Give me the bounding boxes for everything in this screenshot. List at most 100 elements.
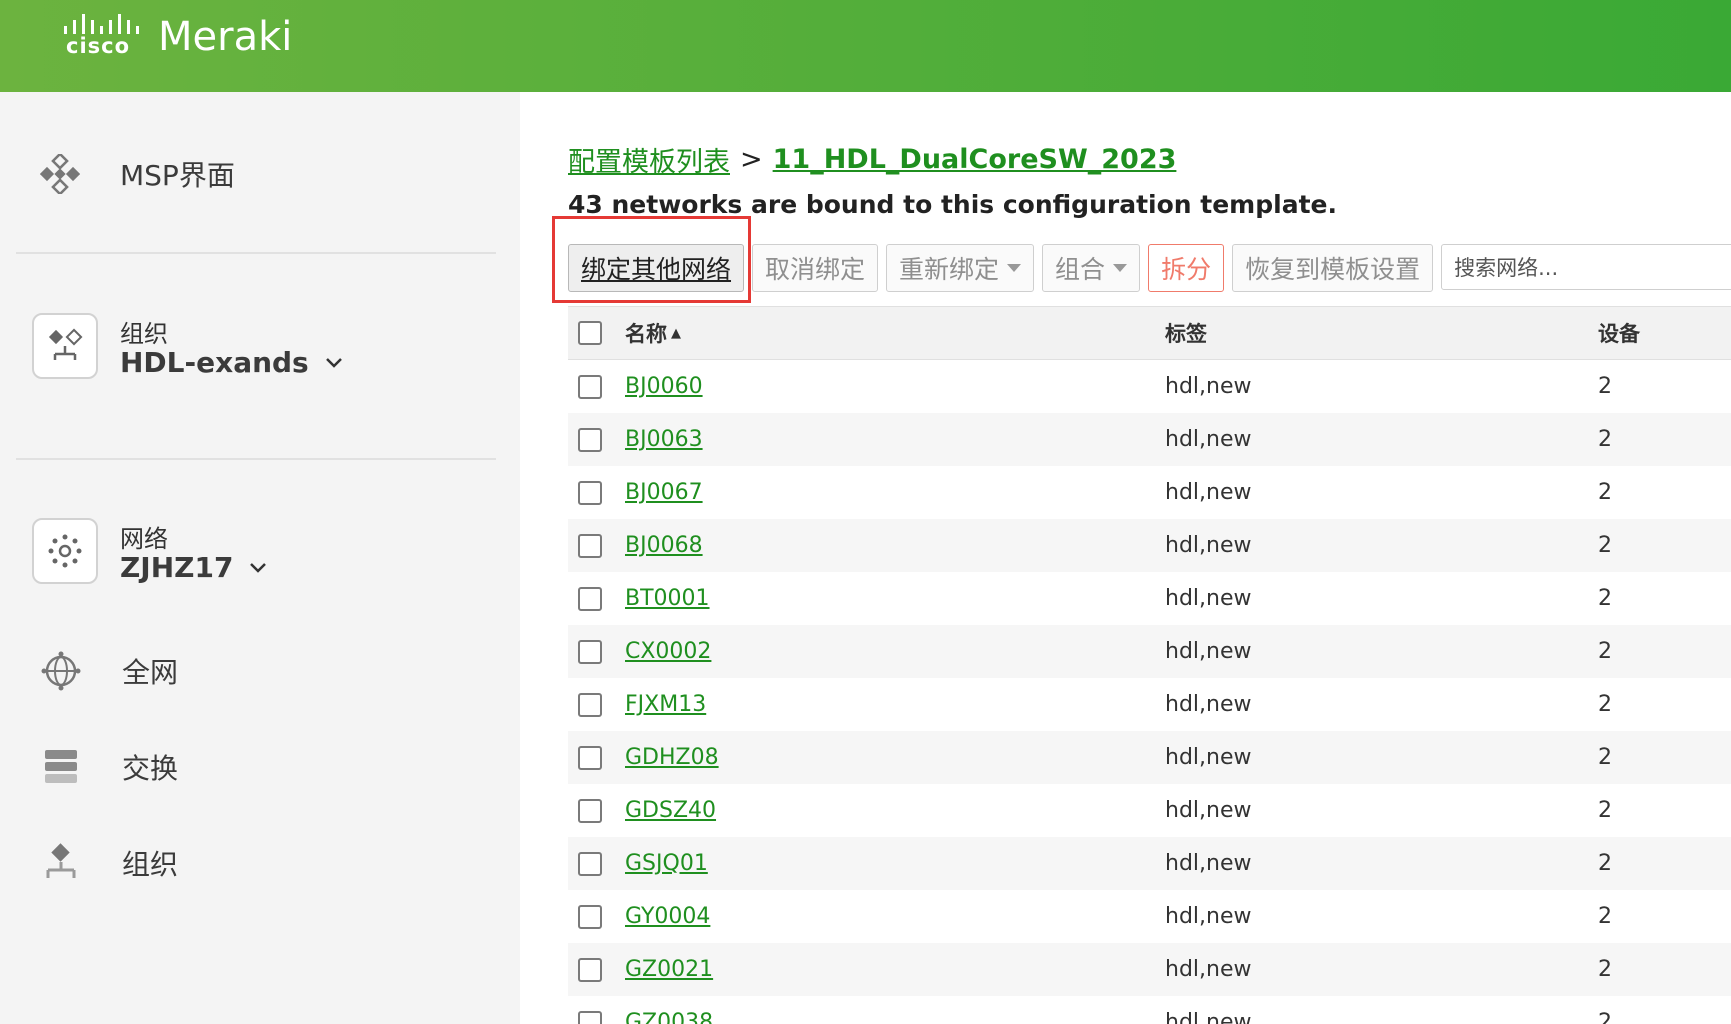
search-networks-input[interactable]: 搜索网络... [1441, 244, 1731, 290]
table-row: BJ0063 hdl,new 2 [568, 413, 1731, 466]
sidebar-item-switch[interactable]: 交换 [40, 746, 178, 788]
sidebar-item-network-wide[interactable]: 全网 [40, 650, 178, 692]
network-tags: hdl,new [1165, 904, 1252, 929]
network-name-link[interactable]: FJXM13 [625, 692, 706, 717]
network-name-link[interactable]: BJ0060 [625, 374, 703, 399]
device-count: 2 [1598, 639, 1612, 664]
org-caption: 组织 [120, 320, 168, 348]
network-tags: hdl,new [1165, 374, 1252, 399]
row-checkbox[interactable] [578, 639, 602, 664]
network-tags: hdl,new [1165, 798, 1252, 823]
org-selector[interactable]: HDL-exands [120, 346, 343, 379]
network-tags: hdl,new [1165, 427, 1252, 452]
rebind-dropdown[interactable]: 重新绑定 [886, 244, 1035, 292]
switch-icon [45, 750, 77, 783]
row-checkbox[interactable] [578, 1010, 602, 1024]
combine-dropdown[interactable]: 组合 [1042, 244, 1141, 292]
select-all-checkbox-cell [578, 307, 602, 359]
table-row: BJ0067 hdl,new 2 [568, 466, 1731, 519]
network-name-link[interactable]: BJ0067 [625, 480, 703, 505]
unbind-button[interactable]: 取消绑定 [752, 244, 879, 292]
sidebar-item-msp[interactable]: MSP界面 [40, 154, 235, 194]
sidebar-item-label: 交换 [122, 752, 179, 785]
table-row: BT0001 hdl,new 2 [568, 572, 1731, 625]
rebind-label: 重新绑定 [899, 255, 1000, 284]
row-checkbox[interactable] [578, 480, 602, 505]
device-count: 2 [1598, 480, 1612, 505]
network-tags: hdl,new [1165, 586, 1252, 611]
globe-icon [41, 651, 81, 691]
network-name-link[interactable]: GZ0038 [625, 1010, 713, 1024]
network-name-link[interactable]: GY0004 [625, 904, 710, 929]
network-tags: hdl,new [1165, 692, 1252, 717]
row-checkbox[interactable] [578, 692, 602, 717]
caret-down-icon [1113, 264, 1128, 272]
organization-icon [46, 843, 76, 878]
network-name-link[interactable]: GZ0021 [625, 957, 713, 982]
network-name-link[interactable]: GDHZ08 [625, 745, 719, 770]
network-selector[interactable]: ZJHZ17 [120, 551, 267, 584]
network-icon [32, 518, 98, 584]
network-name: ZJHZ17 [120, 551, 234, 584]
restore-template-settings-button[interactable]: 恢复到模板设置 [1232, 244, 1434, 292]
breadcrumb-template-list-link[interactable]: 配置模板列表 [568, 140, 730, 179]
product-name[interactable]: Meraki [158, 14, 292, 60]
org-name: HDL-exands [120, 346, 309, 379]
bound-networks-summary: 43 networks are bound to this configurat… [568, 190, 1337, 219]
table-row: FJXM13 hdl,new 2 [568, 678, 1731, 731]
row-checkbox[interactable] [578, 798, 602, 823]
network-name-link[interactable]: CX0002 [625, 639, 711, 664]
table-row: BJ0060 hdl,new 2 [568, 360, 1731, 413]
row-checkbox[interactable] [578, 533, 602, 558]
combine-label: 组合 [1055, 255, 1106, 284]
networks-table: 名称 ▲ 标签 设备 BJ0060 hdl,new 2 BJ0063 hdl,n… [568, 306, 1731, 1024]
red-highlight-box [552, 216, 751, 303]
network-name-link[interactable]: GSJQ01 [625, 851, 708, 876]
table-row: GDSZ40 hdl,new 2 [568, 784, 1731, 837]
network-tags: hdl,new [1165, 1010, 1252, 1024]
split-button[interactable]: 拆分 [1148, 244, 1225, 292]
network-tags: hdl,new [1165, 745, 1252, 770]
caret-down-icon [1007, 264, 1022, 272]
device-count: 2 [1598, 904, 1612, 929]
row-checkbox[interactable] [578, 427, 602, 452]
sidebar: MSP界面 组织 HDL-exands 网络 ZJHZ17 全网 交换 组织 [0, 92, 520, 1024]
top-bar: cisco Meraki [0, 0, 1731, 92]
row-checkbox[interactable] [578, 904, 602, 929]
row-checkbox[interactable] [578, 957, 602, 982]
sidebar-item-label: 全网 [122, 656, 179, 689]
table-row: GZ0021 hdl,new 2 [568, 943, 1731, 996]
select-all-checkbox[interactable] [578, 321, 602, 345]
sidebar-divider [16, 458, 496, 460]
network-tags: hdl,new [1165, 639, 1252, 664]
row-checkbox[interactable] [578, 374, 602, 399]
row-checkbox[interactable] [578, 745, 602, 770]
breadcrumb-current-template[interactable]: 11_HDL_DualCoreSW_2023 [773, 144, 1177, 175]
sort-ascending-icon: ▲ [671, 325, 681, 341]
network-name-link[interactable]: BT0001 [625, 586, 710, 611]
sidebar-item-organization[interactable]: 组织 [40, 842, 178, 884]
chevron-down-icon [250, 562, 267, 573]
table-row: GZ0038 hdl,new 2 [568, 996, 1731, 1024]
network-name-link[interactable]: GDSZ40 [625, 798, 716, 823]
device-count: 2 [1598, 374, 1612, 399]
name-column-header[interactable]: 名称 ▲ [625, 307, 681, 359]
table-row: BJ0068 hdl,new 2 [568, 519, 1731, 572]
tags-column-header[interactable]: 标签 [1165, 307, 1207, 359]
network-name-link[interactable]: BJ0063 [625, 427, 703, 452]
row-checkbox[interactable] [578, 586, 602, 611]
table-row: CX0002 hdl,new 2 [568, 625, 1731, 678]
table-row: GSJQ01 hdl,new 2 [568, 837, 1731, 890]
device-count: 2 [1598, 957, 1612, 982]
row-checkbox[interactable] [578, 851, 602, 876]
devices-column-header[interactable]: 设备 [1598, 307, 1640, 359]
table-row: GDHZ08 hdl,new 2 [568, 731, 1731, 784]
device-count: 2 [1598, 692, 1612, 717]
device-count: 2 [1598, 1010, 1612, 1024]
breadcrumb: 配置模板列表 > 11_HDL_DualCoreSW_2023 [568, 140, 1176, 179]
table-header: 名称 ▲ 标签 设备 [568, 306, 1731, 360]
table-row: GY0004 hdl,new 2 [568, 890, 1731, 943]
network-name-link[interactable]: BJ0068 [625, 533, 703, 558]
chevron-down-icon [325, 357, 342, 368]
sidebar-item-label: MSP界面 [120, 159, 235, 192]
